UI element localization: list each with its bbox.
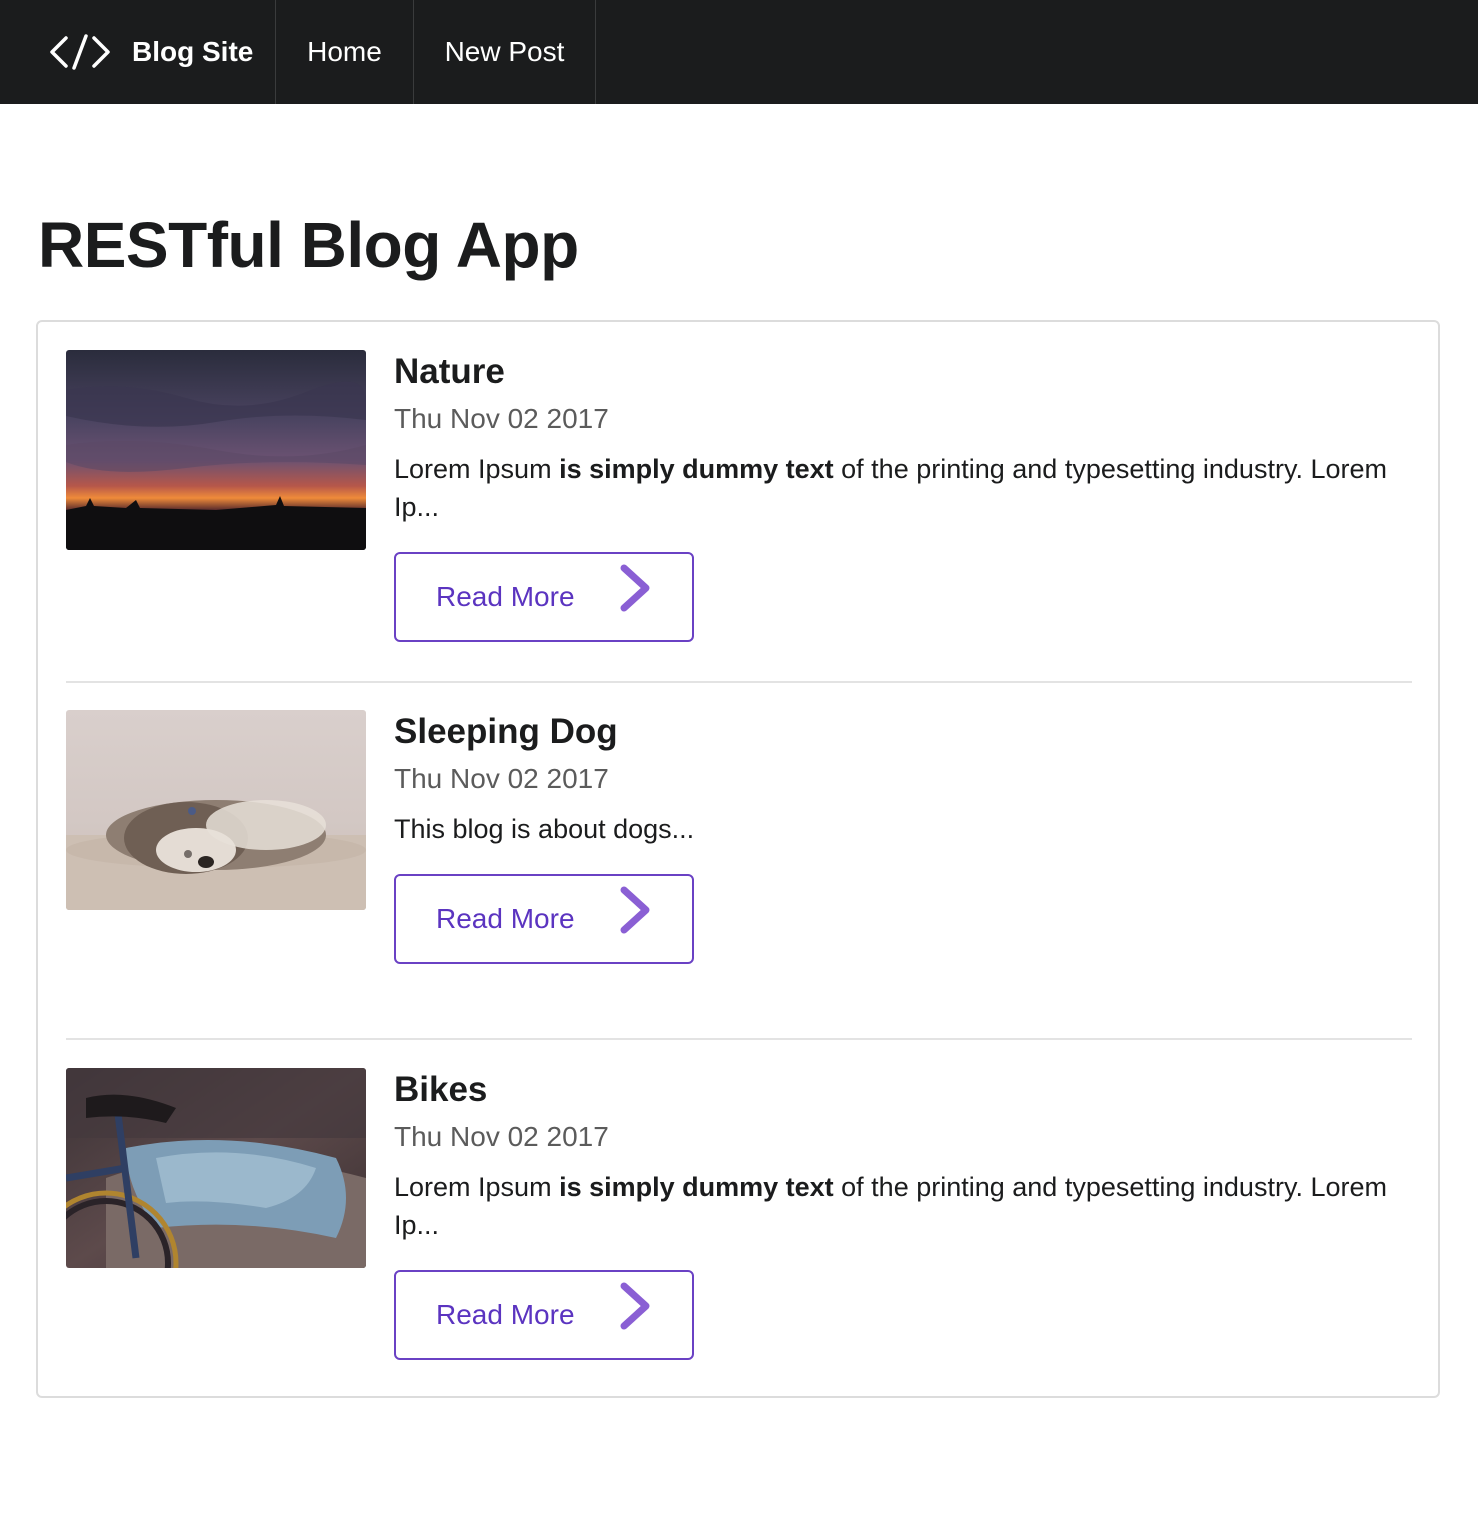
nav-new-post-link[interactable]: New Post [414,0,596,104]
post-content: Sleeping Dog Thu Nov 02 2017 This blog i… [394,710,1404,964]
post-excerpt: This blog is about dogs... [394,810,1404,848]
post-image-bikes [66,1068,366,1268]
read-more-button[interactable]: Read More [394,552,694,642]
post-title[interactable]: Sleeping Dog [394,710,1404,754]
post-image-sunset [66,350,366,550]
post-content: Bikes Thu Nov 02 2017 Lorem Ipsum is sim… [394,1068,1404,1360]
post-content: Nature Thu Nov 02 2017 Lorem Ipsum is si… [394,350,1404,642]
post-excerpt: Lorem Ipsum is simply dummy text of the … [394,1168,1404,1244]
post-image-dog [66,710,366,910]
post-divider [66,1038,1412,1040]
excerpt-text: Lorem Ipsum [394,454,560,484]
nav-brand-label: Blog Site [132,36,254,67]
excerpt-text: Lorem Ipsum [394,1172,560,1202]
top-nav: Blog Site Home New Post [0,0,1478,104]
read-more-button[interactable]: Read More [394,874,694,964]
post-title[interactable]: Nature [394,350,1404,394]
excerpt-bold: is simply dummy text [559,1172,834,1202]
excerpt-text: This blog is about dogs... [394,814,695,844]
post-excerpt: Lorem Ipsum is simply dummy text of the … [394,450,1404,526]
post-date: Thu Nov 02 2017 [394,1121,609,1152]
read-more-label: Read More [436,903,575,934]
post-date: Thu Nov 02 2017 [394,763,609,794]
code-icon [50,34,110,70]
read-more-label: Read More [436,581,575,612]
post-divider [66,681,1412,683]
chevron-right-icon [620,886,650,934]
nav-home-link[interactable]: Home [276,0,414,104]
read-more-label: Read More [436,1299,575,1330]
post-date: Thu Nov 02 2017 [394,403,609,434]
post-list: Nature Thu Nov 02 2017 Lorem Ipsum is si… [36,320,1440,1398]
page-title: RESTful Blog App [38,209,579,281]
bicycle-image [66,1068,366,1268]
read-more-button[interactable]: Read More [394,1270,694,1360]
sleeping-dog-image [66,710,366,910]
sunset-image [66,350,366,550]
chevron-right-icon [620,1282,650,1330]
chevron-right-icon [620,564,650,612]
post-title[interactable]: Bikes [394,1068,1404,1112]
excerpt-bold: is simply dummy text [559,454,834,484]
nav-brand[interactable]: Blog Site [0,0,276,104]
